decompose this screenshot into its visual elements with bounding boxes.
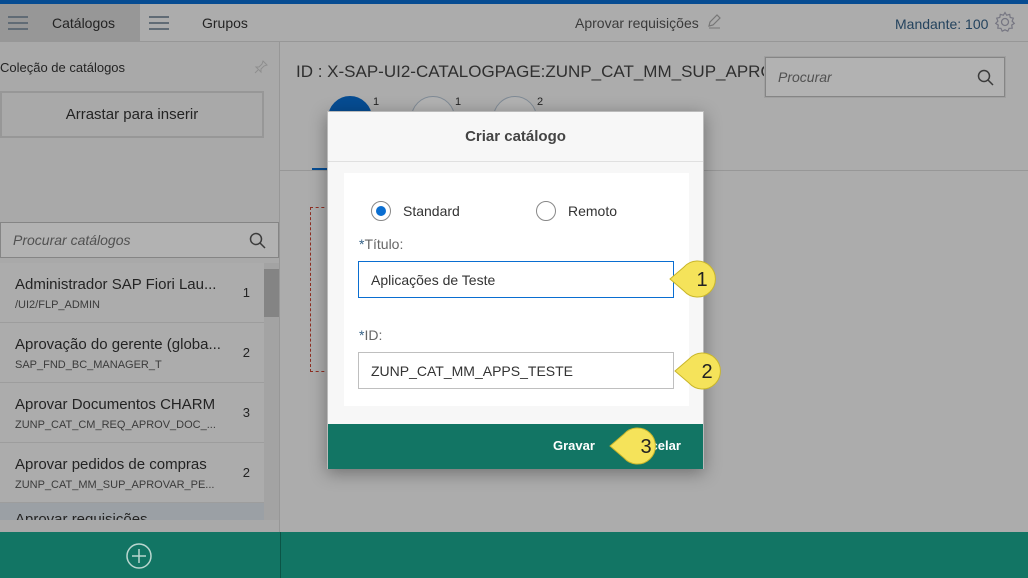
title-field-label: *Título: [359,236,403,252]
radio-selected-icon[interactable] [371,201,391,221]
callout-1: 1 [668,260,728,298]
page-footer [280,532,1028,578]
dialog-form: Standard Remoto *Título: *ID: [344,173,689,406]
callout-2-number: 2 [701,361,712,383]
id-field[interactable] [358,352,674,389]
id-input[interactable] [359,353,673,388]
callout-2: 2 [673,352,733,390]
sidebar-footer [0,532,280,578]
dialog-title: Criar catálogo [328,112,703,162]
radio-standard[interactable]: Standard [371,201,460,221]
radio-remoto-label: Remoto [568,203,618,219]
radio-standard-label: Standard [403,203,460,219]
save-button[interactable]: Gravar [553,438,595,453]
title-input[interactable] [359,262,673,297]
radio-remoto[interactable]: Remoto [536,201,617,221]
id-field-label: *ID: [359,327,382,343]
add-catalog-icon[interactable] [125,542,153,573]
callout-3-number: 3 [640,436,651,458]
title-field[interactable] [358,261,674,298]
title-label-text: Título: [364,236,404,252]
callout-3: 3 [608,427,668,465]
radio-unselected-icon[interactable] [536,201,556,221]
callout-1-number: 1 [696,269,707,291]
id-label-text: ID: [364,327,383,343]
create-catalog-dialog: Criar catálogo Standard Remoto *Título: … [327,111,704,469]
